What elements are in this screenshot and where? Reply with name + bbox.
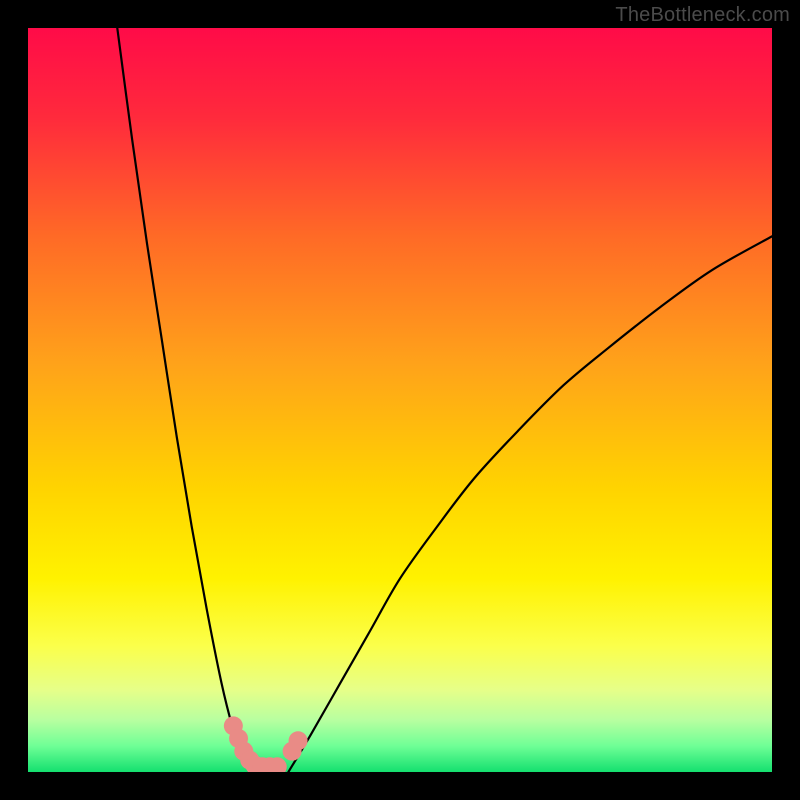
data-marker xyxy=(289,731,308,750)
watermark-text: TheBottleneck.com xyxy=(615,4,790,27)
gradient-background xyxy=(28,28,772,772)
chart-svg xyxy=(28,28,772,772)
chart-frame: TheBottleneck.com xyxy=(0,0,800,800)
plot-area xyxy=(28,28,772,772)
